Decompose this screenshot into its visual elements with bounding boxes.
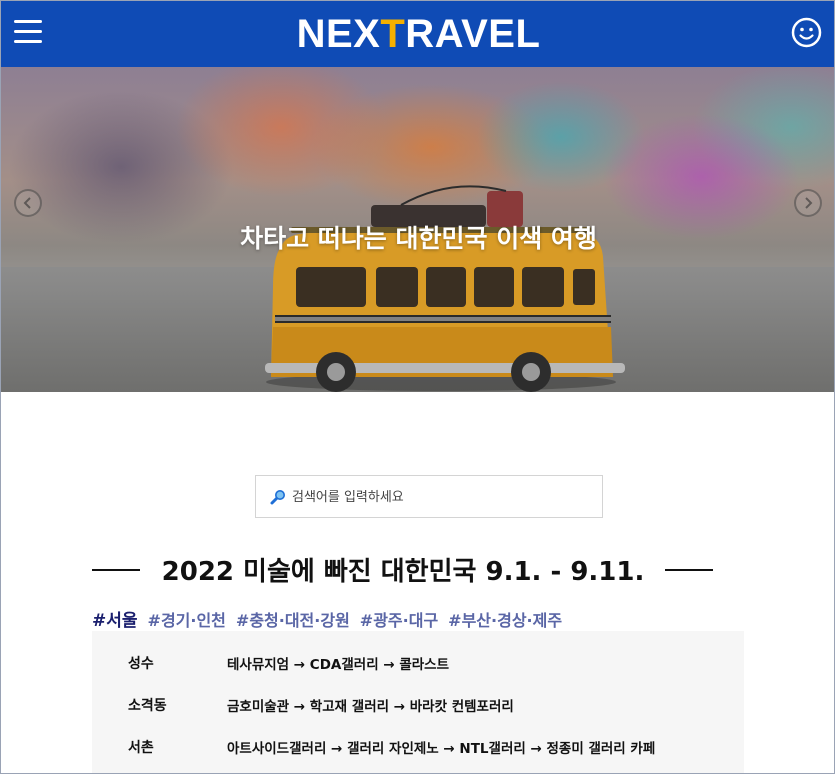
top-header: NEXTRAVEL — [1, 1, 834, 67]
tab-gyeonggi-incheon[interactable]: #경기·인천 — [148, 607, 226, 631]
logo-text-part1: NEX — [296, 12, 381, 56]
route-area: 서촌 — [128, 740, 154, 756]
chevron-right-icon[interactable] — [794, 189, 822, 217]
page-frame: NEXTRAVEL 차타고 떠나는 대한민국 이색 여행 검색어를 입력하세요 … — [0, 0, 835, 774]
route-area: 성수 — [128, 656, 154, 672]
tab-busan-gyeongsang-jeju[interactable]: #부산·경상·제주 — [448, 607, 562, 631]
logo-text-accent: T — [380, 12, 406, 56]
hero-banner: 차타고 떠나는 대한민국 이색 여행 — [1, 67, 834, 392]
chevron-left-icon[interactable] — [14, 189, 42, 217]
search-input[interactable] — [292, 486, 592, 508]
logo-text-part2: RAVEL — [405, 12, 541, 56]
section-title: 2022 미술에 빠진 대한민국 9.1. - 9.11. — [161, 557, 645, 587]
magnifier-icon — [270, 490, 285, 505]
route-row: 성수 테사뮤지엄 → CDA갤러리 → 콜라스트 — [92, 643, 744, 683]
site-logo[interactable]: NEXTRAVEL — [1, 11, 834, 57]
search-box[interactable] — [255, 475, 603, 518]
route-area: 소격동 — [128, 698, 167, 714]
route-path: 금호미술관 → 학고재 갤러리 → 바라캇 컨템포러리 — [227, 699, 514, 715]
section-heading: 2022 미술에 빠진 대한민국 9.1. - 9.11. — [92, 549, 714, 589]
route-row: 서촌 아트사이드갤러리 → 갤러리 자인제노 → NTL갤러리 → 정종미 갤러… — [92, 727, 744, 767]
heading-divider-right — [665, 569, 713, 571]
route-path: 테사뮤지엄 → CDA갤러리 → 콜라스트 — [227, 657, 450, 673]
region-tabs: #서울 #경기·인천 #충청·대전·강원 #광주·대구 #부산·경상·제주 — [92, 606, 572, 632]
toy-bus-illustration — [265, 185, 625, 392]
tab-seoul[interactable]: #서울 — [92, 606, 138, 631]
route-row: 소격동 금호미술관 → 학고재 갤러리 → 바라캇 컨템포러리 — [92, 685, 744, 725]
route-path: 아트사이드갤러리 → 갤러리 자인제노 → NTL갤러리 → 정종미 갤러리 카… — [227, 741, 656, 757]
hero-title: 차타고 떠나는 대한민국 이색 여행 — [240, 224, 597, 253]
route-list: 성수 테사뮤지엄 → CDA갤러리 → 콜라스트 소격동 금호미술관 → 학고재… — [92, 631, 744, 773]
tab-chungcheong-daejeon-gangwon[interactable]: #충청·대전·강원 — [236, 607, 350, 631]
smiley-face-icon[interactable] — [791, 17, 822, 48]
heading-divider-left — [92, 569, 140, 571]
tab-gwangju-daegu[interactable]: #광주·대구 — [360, 607, 438, 631]
